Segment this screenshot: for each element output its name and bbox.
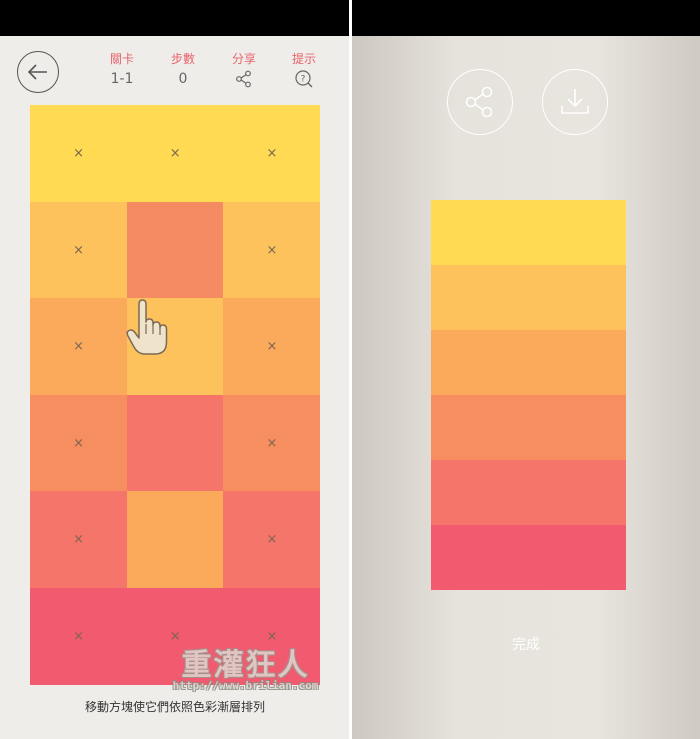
level-label: 關卡 <box>109 52 134 66</box>
svg-text:?: ? <box>301 75 306 85</box>
result-share-button[interactable] <box>447 69 513 135</box>
back-button[interactable] <box>17 51 59 93</box>
movable-tile[interactable] <box>126 298 224 395</box>
level-value: 1-1 <box>110 71 134 87</box>
watermark-logo: 重灌狂人 http://www.brilian.com <box>148 635 343 695</box>
watermark-url: http://www.brilian.com <box>172 679 319 692</box>
download-button[interactable] <box>542 69 608 135</box>
game-panel: 關卡 1-1 步數 0 分享 提示 ? × × × × × × × × × × × × × × <box>0 36 349 739</box>
gradient-stripe <box>431 200 626 265</box>
color-grid: × × × × × × × × × × × × × × <box>30 105 321 685</box>
gradient-stripe <box>431 330 626 395</box>
fixed-tile: × <box>30 394 128 492</box>
fixed-tile: × <box>223 105 321 202</box>
fixed-tile: × <box>30 201 128 299</box>
level-indicator: 關卡 1-1 <box>97 52 147 89</box>
share-button[interactable]: 分享 <box>219 52 269 89</box>
fixed-tile: × <box>223 394 321 492</box>
fixed-tile: × <box>223 201 321 299</box>
result-panel: 完成 <box>352 36 700 739</box>
movable-tile[interactable] <box>126 394 224 492</box>
movable-tile[interactable] <box>126 491 224 588</box>
done-label: 完成 <box>512 637 540 653</box>
fixed-tile: × <box>30 105 128 202</box>
download-icon <box>561 89 589 114</box>
fixed-tile: × <box>30 587 128 685</box>
hint-button[interactable]: 提示 ? <box>279 52 329 89</box>
fixed-tile: × <box>30 298 128 395</box>
instruction-text: 移動方塊使它們依照色彩漸層排列 <box>84 700 265 714</box>
fixed-tile: × <box>126 105 224 202</box>
fixed-tile: × <box>223 491 321 588</box>
completed-gradient <box>431 200 626 590</box>
arrow-left-icon <box>27 64 47 80</box>
steps-value: 0 <box>178 71 188 87</box>
gradient-stripe <box>431 460 626 525</box>
share-icon <box>465 86 493 118</box>
hint-label: 提示 <box>291 52 316 66</box>
steps-label: 步數 <box>170 52 195 66</box>
share-icon <box>236 70 251 88</box>
gradient-stripe <box>431 525 626 590</box>
question-magnifier-icon: ? <box>295 70 313 88</box>
watermark-text: 重灌狂人 <box>181 648 310 683</box>
share-label: 分享 <box>231 52 256 66</box>
movable-tile[interactable] <box>126 201 224 299</box>
steps-indicator: 步數 0 <box>158 52 208 89</box>
fixed-tile: × <box>30 491 128 588</box>
gradient-stripe <box>431 395 626 460</box>
gradient-stripe <box>431 265 626 330</box>
fixed-tile: × <box>223 298 321 395</box>
